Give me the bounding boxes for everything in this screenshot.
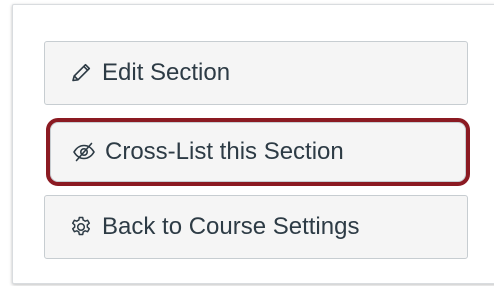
gear-icon: [69, 215, 93, 239]
back-to-course-settings-button[interactable]: Back to Course Settings: [44, 195, 468, 259]
edit-section-button[interactable]: Edit Section: [44, 41, 468, 105]
pencil-icon: [69, 61, 93, 85]
back-to-course-settings-label: Back to Course Settings: [102, 213, 360, 240]
eye-slash-icon: [72, 140, 96, 164]
cross-list-section-button[interactable]: Cross-List this Section: [46, 118, 470, 186]
edit-section-label: Edit Section: [102, 59, 231, 86]
cross-list-section-label: Cross-List this Section: [105, 138, 344, 165]
